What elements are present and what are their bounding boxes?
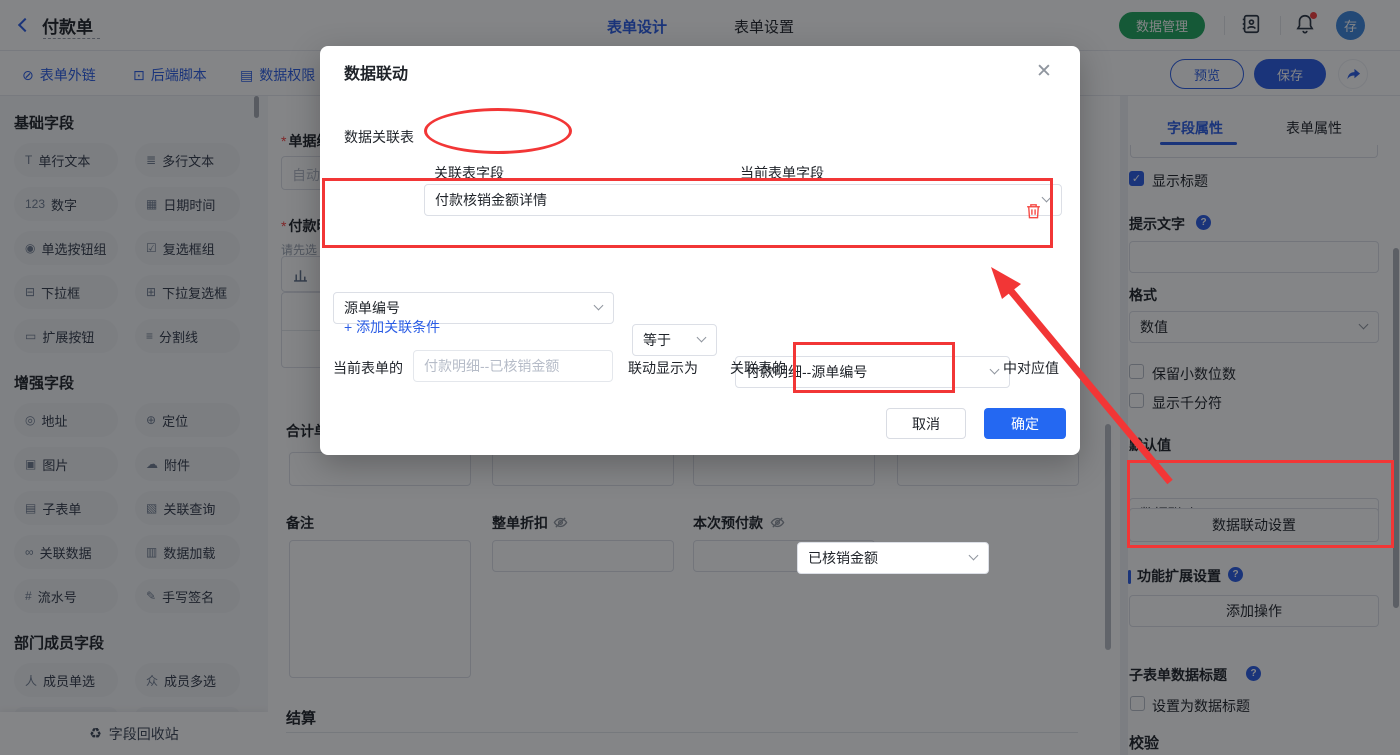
current-form-field-input[interactable]: 付款明细--已核销金额 bbox=[413, 350, 613, 382]
relation-table-select[interactable]: 付款核销金额详情 bbox=[424, 184, 1062, 216]
relation-table-label: 数据关联表 bbox=[344, 129, 414, 145]
close-icon[interactable]: ✕ bbox=[1036, 60, 1052, 83]
chevron-down-icon bbox=[696, 332, 707, 343]
chevron-down-icon bbox=[989, 364, 1000, 375]
data-linkage-modal bbox=[320, 46, 1080, 455]
chevron-down-icon bbox=[1041, 192, 1052, 203]
modal-title: 数据联动 bbox=[344, 66, 409, 83]
confirm-button[interactable]: 确定 bbox=[984, 408, 1066, 439]
related-field-select[interactable]: 已核销金额 bbox=[797, 542, 989, 574]
current-form-label: 当前表单的 bbox=[333, 360, 403, 376]
column-header-current-field: 当前表单字段 bbox=[740, 165, 824, 181]
form-designer-app: 付款单 表单设计 表单设置 数据管理 存 ⊘ 表单外链 ⊡ 后端脚本 ▤ 数据权… bbox=[0, 0, 1400, 755]
condition-operator-select[interactable]: 等于 bbox=[632, 324, 717, 356]
delete-condition-icon[interactable] bbox=[1025, 202, 1042, 225]
relation-table-value: 付款核销金额详情 bbox=[435, 192, 547, 208]
column-header-related-field: 关联表字段 bbox=[434, 165, 504, 181]
condition-field-value: 源单编号 bbox=[344, 300, 400, 316]
suffix-label: 中对应值 bbox=[1003, 360, 1059, 376]
condition-operator-value: 等于 bbox=[643, 332, 671, 348]
chevron-down-icon bbox=[593, 300, 604, 311]
related-field-value: 已核销金额 bbox=[808, 550, 878, 566]
cancel-button[interactable]: 取消 bbox=[886, 408, 966, 439]
related-table-label: 关联表的 bbox=[730, 360, 786, 376]
chevron-down-icon bbox=[968, 550, 979, 561]
add-condition-link[interactable]: + 添加关联条件 bbox=[344, 317, 440, 337]
link-display-label: 联动显示为 bbox=[628, 360, 698, 376]
